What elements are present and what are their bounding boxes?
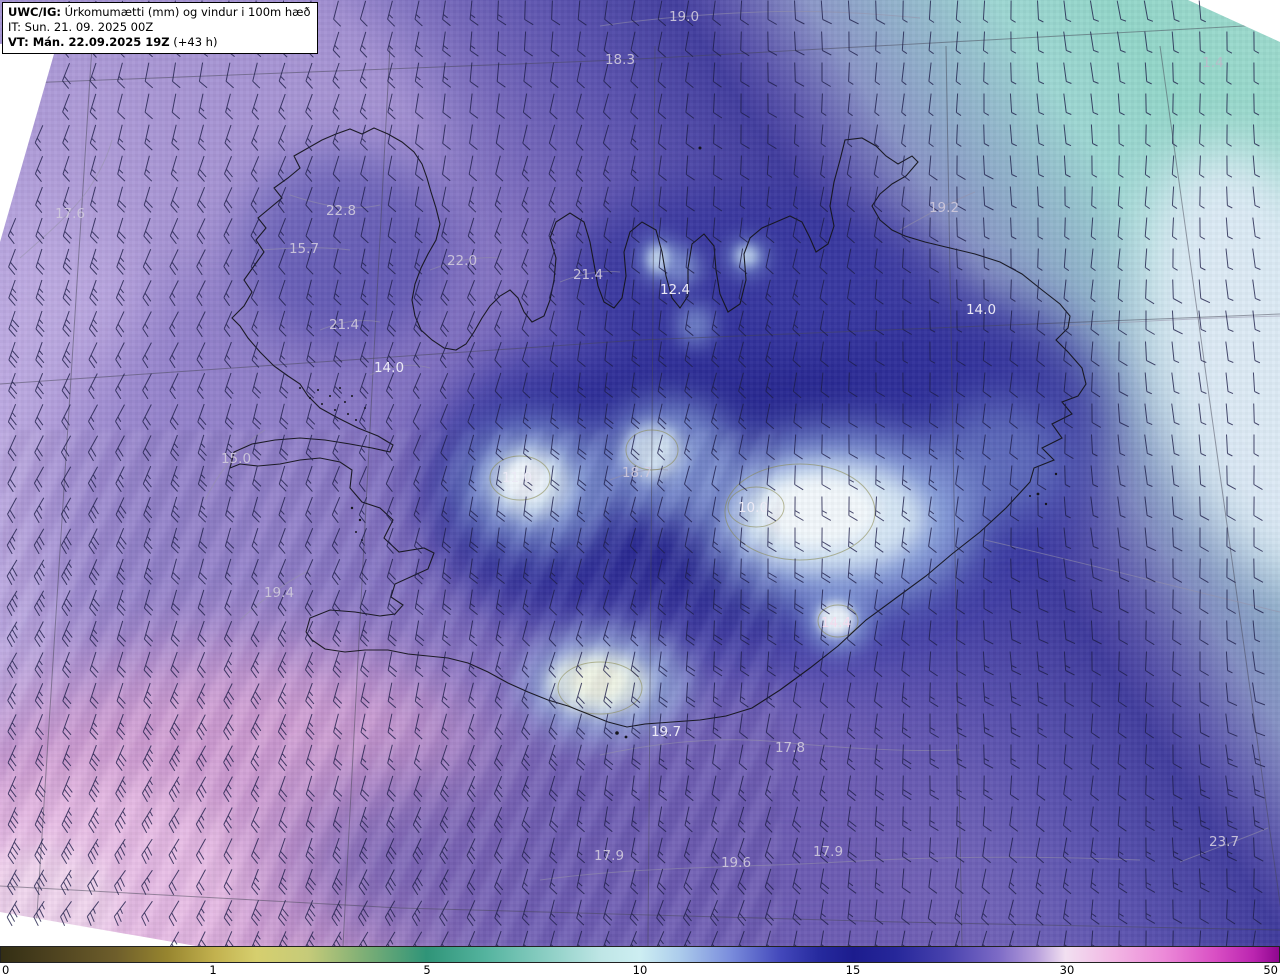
island-dot bbox=[329, 395, 331, 397]
meridian-line bbox=[342, 45, 391, 946]
meridian-line bbox=[1159, 45, 1280, 907]
contour-line bbox=[539, 856, 1141, 881]
weather-map-screenshot: 19.0 18.3 17.6 22.8 15.7 22.0 21.4 12.4 19.2 14.0… bbox=[0, 0, 1280, 978]
boundary-corner bbox=[0, 912, 196, 946]
colorbar-legend: 0 1 5 10 15 30 50 bbox=[0, 946, 1280, 978]
map-overlay-svg: 19.0 18.3 17.6 22.8 15.7 22.0 21.4 12.4 19.2 14.0… bbox=[0, 0, 1280, 946]
valid-time-offset: (+43 h) bbox=[169, 35, 218, 49]
contour-label: 22.8 bbox=[326, 203, 356, 219]
colorbar-gradient bbox=[0, 946, 1280, 963]
island-dot bbox=[624, 735, 628, 739]
island-dot bbox=[339, 387, 341, 389]
contour-label: 10.0 bbox=[738, 500, 768, 516]
title-line-model: UWC/IG: Úrkomumætti (mm) og vindur i 100… bbox=[8, 5, 311, 20]
map-title-text: Úrkomumætti (mm) og vindur i 100m hæð bbox=[60, 5, 311, 19]
island-dot bbox=[344, 401, 346, 403]
island-dot bbox=[355, 419, 357, 421]
contour-label: 15.7 bbox=[289, 241, 319, 257]
island-dot bbox=[1029, 495, 1031, 497]
island-dot bbox=[615, 731, 619, 735]
colorbar-tick: 15 bbox=[845, 963, 861, 977]
island-dot bbox=[1044, 502, 1048, 506]
contour-label: 17.9 bbox=[594, 848, 624, 864]
contour-label: 19.4 bbox=[264, 585, 294, 601]
contour-label: 19.2 bbox=[929, 200, 959, 216]
contour-label: 22.0 bbox=[447, 253, 477, 269]
contour-label: 21.4 bbox=[573, 267, 603, 283]
contour-label: 18.3 bbox=[605, 52, 635, 68]
colorbar-tick: 1 bbox=[209, 963, 217, 977]
island-dot bbox=[358, 518, 362, 522]
contour-label: 1.4 bbox=[1202, 55, 1223, 71]
init-time-line: IT: Sun. 21. 09. 2025 00Z bbox=[8, 20, 154, 34]
meridian-line bbox=[945, 45, 963, 946]
colorbar-tick: 0 bbox=[2, 963, 10, 977]
contour-label: 19.0 bbox=[669, 9, 699, 25]
model-name: UWC/IG: bbox=[8, 5, 61, 19]
contour-label: 14.0 bbox=[374, 360, 404, 376]
contour-ring bbox=[557, 661, 643, 715]
island-dot bbox=[1036, 492, 1040, 496]
island-dot bbox=[355, 531, 357, 533]
contour-label: 23.7 bbox=[1209, 834, 1239, 850]
contour-label: 14.4 bbox=[821, 615, 851, 631]
contour-label: 15.0 bbox=[221, 451, 251, 467]
contour-rings bbox=[489, 429, 876, 715]
contour-labels: 19.0 18.3 17.6 22.8 15.7 22.0 21.4 12.4 19.2 14.0… bbox=[55, 9, 1239, 871]
contour-line bbox=[19, 139, 113, 259]
contour-label: 17.8 bbox=[775, 740, 805, 756]
contour-label: 12.4 bbox=[660, 282, 690, 298]
contour-label: 17.6 bbox=[55, 206, 85, 222]
boundary-corner bbox=[0, 40, 58, 242]
parallel-line bbox=[0, 885, 1280, 931]
valid-time-bold: VT: Mán. 22.09.2025 19Z bbox=[8, 35, 170, 49]
contour-label: 19.6 bbox=[721, 855, 751, 871]
valid-time-line: VT: Mán. 22.09.2025 19Z (+43 h) bbox=[8, 35, 311, 50]
island-dot bbox=[350, 506, 354, 510]
island-dot bbox=[698, 146, 702, 150]
coastline-path bbox=[229, 127, 1087, 728]
island-dot bbox=[347, 413, 349, 415]
contour-line bbox=[599, 10, 921, 27]
precipitation-map-canvas: 19.0 18.3 17.6 22.8 15.7 22.0 21.4 12.4 19.2 14.0… bbox=[0, 0, 1280, 946]
island-dot bbox=[317, 389, 319, 391]
island-dot bbox=[351, 395, 353, 397]
island-dot bbox=[309, 397, 311, 399]
contour-label: 18.7 bbox=[622, 465, 652, 481]
island-dot bbox=[321, 403, 323, 405]
island-dot bbox=[1054, 472, 1058, 476]
contour-line bbox=[1059, 315, 1280, 327]
graticule-lines bbox=[0, 23, 1280, 946]
contour-label: 14.0 bbox=[966, 302, 996, 318]
island-dot bbox=[299, 387, 301, 389]
colorbar-tick-labels: 0 1 5 10 15 30 50 bbox=[0, 963, 1280, 978]
meridian-line bbox=[34, 45, 93, 946]
colorbar-tick: 5 bbox=[423, 963, 431, 977]
island-dot bbox=[334, 409, 336, 411]
map-title-box: UWC/IG: Úrkomumætti (mm) og vindur i 100… bbox=[2, 2, 318, 54]
contour-label: 19.7 bbox=[651, 724, 681, 740]
colorbar-tick: 10 bbox=[632, 963, 648, 977]
contour-line bbox=[984, 539, 1280, 613]
meridian-line bbox=[647, 45, 656, 946]
contour-label: 11.0 bbox=[502, 470, 532, 486]
contour-label: 17.9 bbox=[813, 844, 843, 860]
boundary-corner bbox=[1188, 0, 1280, 42]
colorbar-tick: 30 bbox=[1059, 963, 1075, 977]
colorbar-tick: 50 bbox=[1263, 963, 1278, 977]
contour-label: 21.4 bbox=[329, 317, 359, 333]
